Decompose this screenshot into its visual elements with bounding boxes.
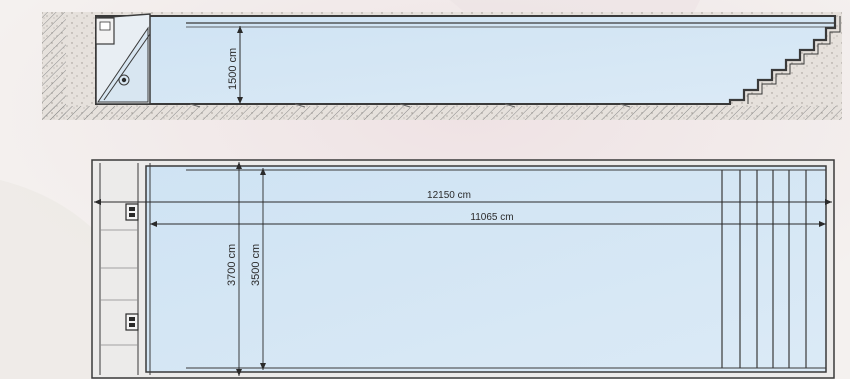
- plan-pool-water: [145, 165, 827, 373]
- overall-length-label: 12150 cm: [427, 190, 471, 201]
- overall-width-label: 3700 cm: [226, 244, 238, 286]
- inner-width-label: 3500 cm: [250, 244, 262, 286]
- pool-section-basin: [95, 15, 836, 105]
- inner-length-label: 11065 cm: [470, 212, 513, 223]
- section-view: 1500 cm: [42, 12, 842, 120]
- skimmer-icon: [125, 203, 139, 221]
- plan-view: 12150 cm 11065 cm 3700 cm 3500 cm: [91, 159, 835, 379]
- return-nozzle-icon: [125, 313, 139, 331]
- depth-label: 1500 cm: [227, 48, 239, 90]
- bottom-earth-hatch: [42, 106, 842, 120]
- left-earth-hatch: [42, 12, 66, 120]
